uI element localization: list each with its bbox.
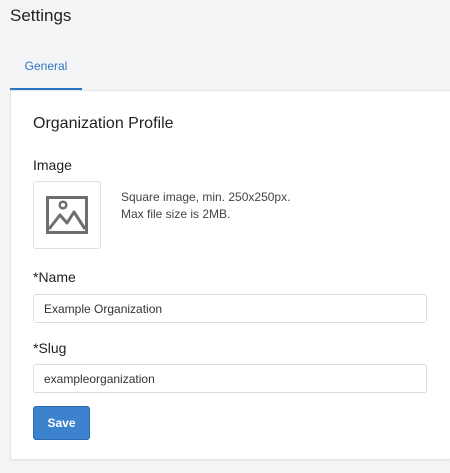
tab-bar: General (0, 42, 450, 90)
image-label: Image (33, 157, 72, 173)
section-title: Organization Profile (33, 115, 174, 132)
name-input[interactable] (33, 294, 427, 323)
image-hint-line1: Square image, min. 250x250px. (121, 190, 291, 204)
name-label: *Name (33, 269, 76, 285)
image-hint: Square image, min. 250x250px. Max file s… (121, 189, 290, 223)
organization-profile-card: Organization Profile Image Square image,… (10, 90, 450, 460)
slug-label: *Slug (33, 340, 67, 356)
page-title: Settings (10, 6, 72, 25)
tab-general[interactable]: General (10, 42, 82, 90)
save-button[interactable]: Save (33, 406, 90, 440)
image-placeholder-icon (46, 196, 88, 234)
slug-input[interactable] (33, 364, 427, 393)
image-hint-line2: Max file size is 2MB. (121, 207, 231, 221)
image-upload[interactable] (33, 181, 101, 249)
